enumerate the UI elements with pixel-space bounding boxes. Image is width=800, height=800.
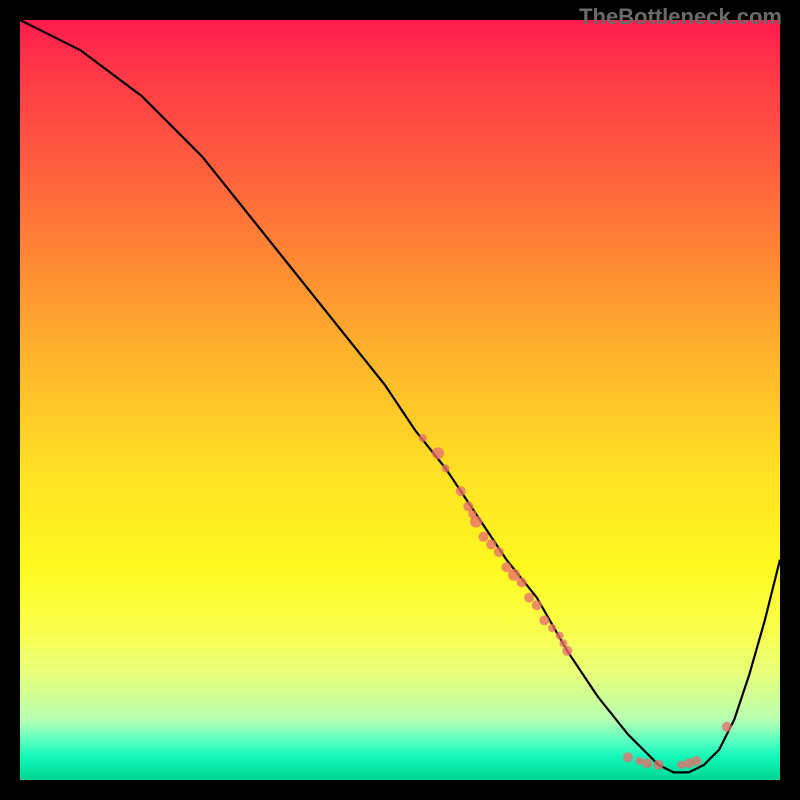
data-point xyxy=(722,722,732,732)
data-point xyxy=(419,434,427,442)
data-point xyxy=(442,464,450,472)
data-point xyxy=(470,516,482,528)
data-point xyxy=(691,756,701,766)
data-point xyxy=(556,632,564,640)
data-point xyxy=(517,577,527,587)
data-point xyxy=(479,532,489,542)
data-point xyxy=(623,752,633,762)
data-point xyxy=(642,758,652,768)
data-point xyxy=(524,593,534,603)
data-point xyxy=(539,615,549,625)
data-point xyxy=(432,447,444,459)
bottleneck-curve xyxy=(20,20,780,772)
data-point xyxy=(532,600,542,610)
data-point xyxy=(486,539,496,549)
plot-area xyxy=(20,20,780,780)
data-point xyxy=(494,547,504,557)
data-point xyxy=(653,760,663,770)
data-point xyxy=(548,624,556,632)
data-point xyxy=(562,646,572,656)
chart-svg xyxy=(20,20,780,780)
scatter-group xyxy=(419,434,732,770)
watermark-text: TheBottleneck.com xyxy=(579,4,782,30)
data-point xyxy=(456,486,466,496)
data-point xyxy=(463,501,473,511)
